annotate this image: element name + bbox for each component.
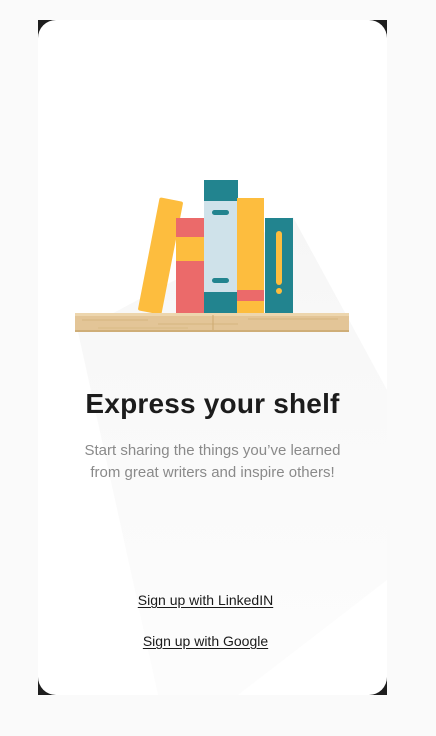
book-red bbox=[176, 218, 205, 313]
book-yellow bbox=[237, 198, 264, 313]
wooden-shelf bbox=[75, 313, 349, 332]
sign-up-google-link[interactable]: Sign up with Google bbox=[38, 633, 373, 649]
book-light-blue bbox=[204, 180, 238, 313]
onboarding-subtitle: Start sharing the things you’ve learned … bbox=[84, 442, 341, 481]
bookshelf-illustration bbox=[75, 180, 349, 332]
phone-frame: Express your shelf Start sharing the thi… bbox=[38, 20, 387, 695]
sign-up-linkedin-link[interactable]: Sign up with LinkedIN bbox=[38, 592, 373, 608]
onboarding-title: Express your shelf bbox=[85, 388, 340, 419]
book-teal bbox=[265, 218, 293, 313]
onboarding-screen: Express your shelf Start sharing the thi… bbox=[38, 20, 387, 695]
